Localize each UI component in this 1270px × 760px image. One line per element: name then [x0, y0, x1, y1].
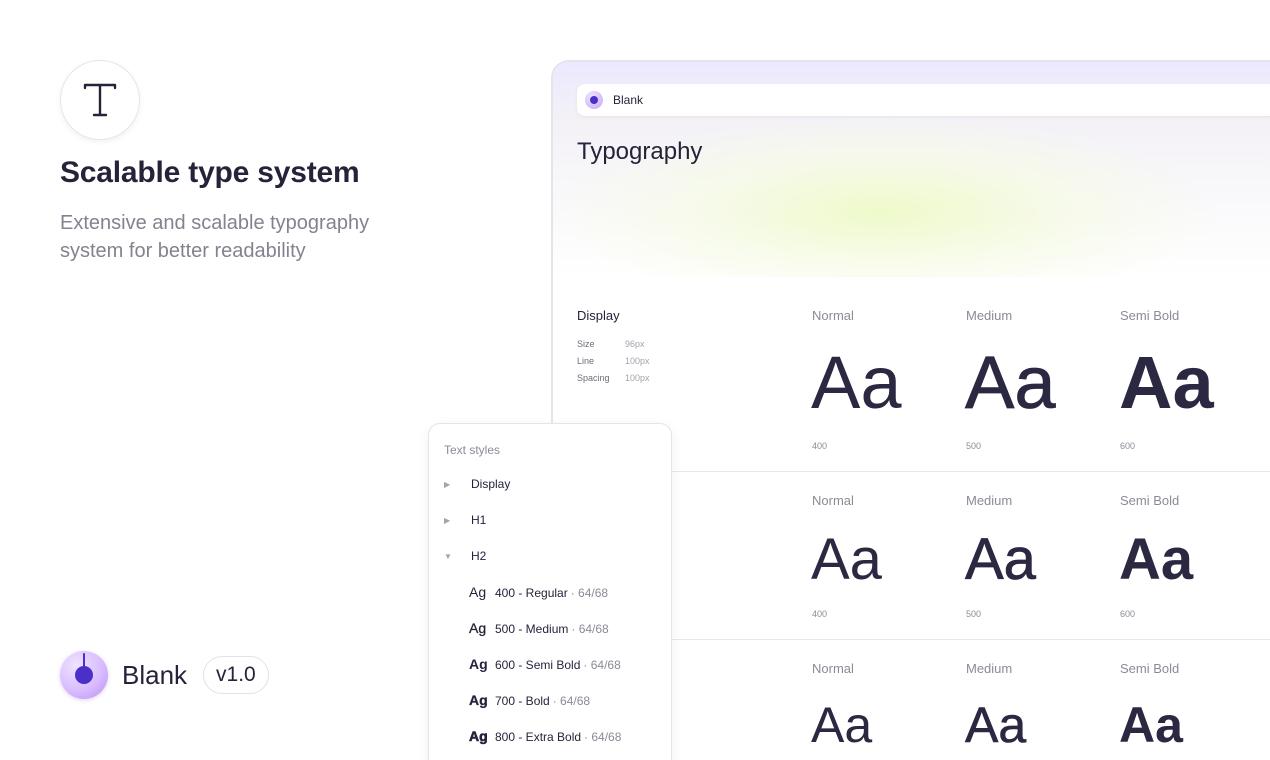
text-style-item[interactable]: Ag 700 - Bold · 64/68 [469, 692, 590, 710]
brand: Blank v1.0 [60, 651, 269, 699]
caret-right-icon[interactable]: ▶ [444, 480, 456, 489]
weight-label: 400 [812, 609, 828, 619]
meta-value: 100px [625, 356, 650, 366]
style-dimensions: · 64/68 [570, 586, 609, 600]
tree-item-h2[interactable]: ▼ H2 [444, 548, 486, 564]
tree-item-h1[interactable]: ▶ H1 [444, 512, 486, 528]
style-preview: Ag [469, 656, 488, 672]
style-name: 700 - Bold [495, 694, 550, 708]
column-header-normal: Normal [812, 493, 854, 508]
type-sample-medium: Aa [965, 527, 1037, 592]
style-dimensions: · 64/68 [584, 730, 622, 744]
caret-right-icon[interactable]: ▶ [444, 516, 456, 525]
meta-key: Line [577, 356, 595, 366]
text-style-item[interactable]: Ag 600 - Semi Bold · 64/68 [469, 656, 621, 674]
type-sample-normal: Aa [811, 341, 902, 424]
style-preview: Ag [469, 692, 488, 708]
column-header-semibold: Semi Bold [1120, 308, 1180, 323]
weight-label: 500 [966, 441, 982, 451]
text-styles-panel: Text styles ▶ Display ▶ H1 ▼ H2 Ag 400 -… [428, 423, 672, 760]
type-sample-medium: Aa [965, 341, 1056, 424]
tree-item-label: Display [471, 477, 511, 491]
type-t-glyph [83, 83, 117, 117]
style-name: 500 - Medium [495, 622, 569, 636]
style-dimensions: · 64/68 [583, 658, 621, 672]
column-header-medium: Medium [966, 661, 1013, 676]
style-preview: Ag [469, 620, 487, 636]
column-header-medium: Medium [966, 308, 1013, 323]
hero-subtitle: Extensive and scalable typography system… [60, 212, 370, 262]
style-dimensions: · 64/68 [571, 622, 609, 636]
column-header-semibold: Semi Bold [1120, 493, 1180, 508]
meta-key: Size [577, 339, 595, 349]
top-bar: Blank [577, 84, 1270, 116]
weight-label: 600 [1120, 441, 1136, 451]
top-bar-label: Blank [613, 93, 644, 107]
caret-down-icon[interactable]: ▼ [444, 552, 456, 561]
brand-name: Blank [122, 659, 188, 690]
column-header-normal: Normal [812, 661, 854, 676]
style-dimensions: · 64/68 [552, 694, 591, 708]
type-sample-semibold: Aa [1119, 697, 1183, 753]
weight-label: 600 [1120, 609, 1136, 619]
column-header-medium: Medium [966, 493, 1013, 508]
weight-label: 400 [812, 441, 828, 451]
hero-title: Scalable type system [60, 156, 360, 189]
text-style-item[interactable]: Ag 400 - Regular · 64/68 [469, 584, 608, 602]
text-style-item[interactable]: Ag 800 - Extra Bold · 64/68 [469, 728, 622, 746]
meta-key: Spacing [577, 373, 610, 383]
tree-item-label: H1 [471, 513, 487, 527]
style-name: 400 - Regular [495, 586, 568, 600]
meta-value: 100px [625, 373, 650, 383]
type-sample-medium: Aa [965, 697, 1027, 753]
version-badge: v1.0 [203, 656, 269, 694]
type-sample-semibold: Aa [1119, 341, 1214, 424]
meta-value: 96px [625, 339, 645, 349]
style-preview: Ag [469, 728, 488, 745]
weight-label: 500 [966, 609, 982, 619]
style-name: 800 - Extra Bold [495, 730, 582, 744]
blank-logo-icon [60, 651, 108, 699]
style-preview: Ag [469, 584, 487, 600]
column-header-normal: Normal [812, 308, 854, 323]
panel-title: Text styles [444, 443, 501, 457]
text-style-item[interactable]: Ag 500 - Medium · 64/68 [469, 620, 609, 638]
style-name: 600 - Semi Bold [495, 658, 581, 672]
type-sample-normal: Aa [811, 697, 873, 753]
tree-item-label: H2 [471, 549, 487, 563]
page-title: Typography [577, 138, 703, 165]
type-sample-semibold: Aa [1119, 527, 1194, 592]
blank-logo-icon [585, 91, 603, 109]
section-label-display: Display [577, 308, 620, 323]
column-header-semibold: Semi Bold [1120, 661, 1180, 676]
type-sample-normal: Aa [811, 527, 882, 592]
type-t-icon [60, 60, 140, 140]
tree-item-display[interactable]: ▶ Display [444, 476, 510, 492]
